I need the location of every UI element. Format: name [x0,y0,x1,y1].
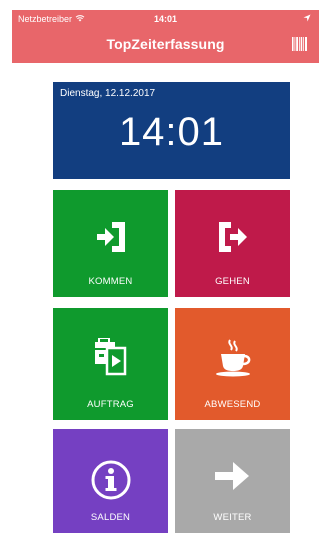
gehen-label: GEHEN [215,276,250,287]
clock-panel: Dienstag, 12.12.2017 14:01 [53,82,290,179]
auftrag-label: AUFTRAG [87,399,134,410]
weiter-button[interactable]: WEITER [175,429,290,533]
coffee-cup-icon [175,338,290,378]
status-time: 14:01 [153,14,178,24]
gehen-button[interactable]: GEHEN [175,190,290,297]
page-title: TopZeiterfassung [106,36,225,52]
kommen-button[interactable]: KOMMEN [53,190,168,297]
salden-label: SALDEN [90,512,131,523]
exit-icon [175,220,290,254]
location-arrow-icon [303,14,311,24]
task-icon [53,338,168,376]
auftrag-button[interactable]: AUFTRAG [53,308,168,420]
kommen-label: KOMMEN [88,276,133,287]
nav-bar: Netzbetreiber 14:01 TopZeiterfassung [12,10,319,63]
enter-icon [53,220,168,254]
abwesend-button[interactable]: ABWESEND [175,308,290,420]
arrow-right-icon [175,459,290,493]
current-time: 14:01 [118,110,225,154]
abwesend-label: ABWESEND [204,399,261,410]
current-date: Dienstag, 12.12.2017 [60,88,156,99]
salden-button[interactable]: SALDEN [53,429,168,533]
info-icon [53,459,168,501]
barcode-icon[interactable] [291,35,309,53]
weiter-label: WEITER [213,512,252,523]
